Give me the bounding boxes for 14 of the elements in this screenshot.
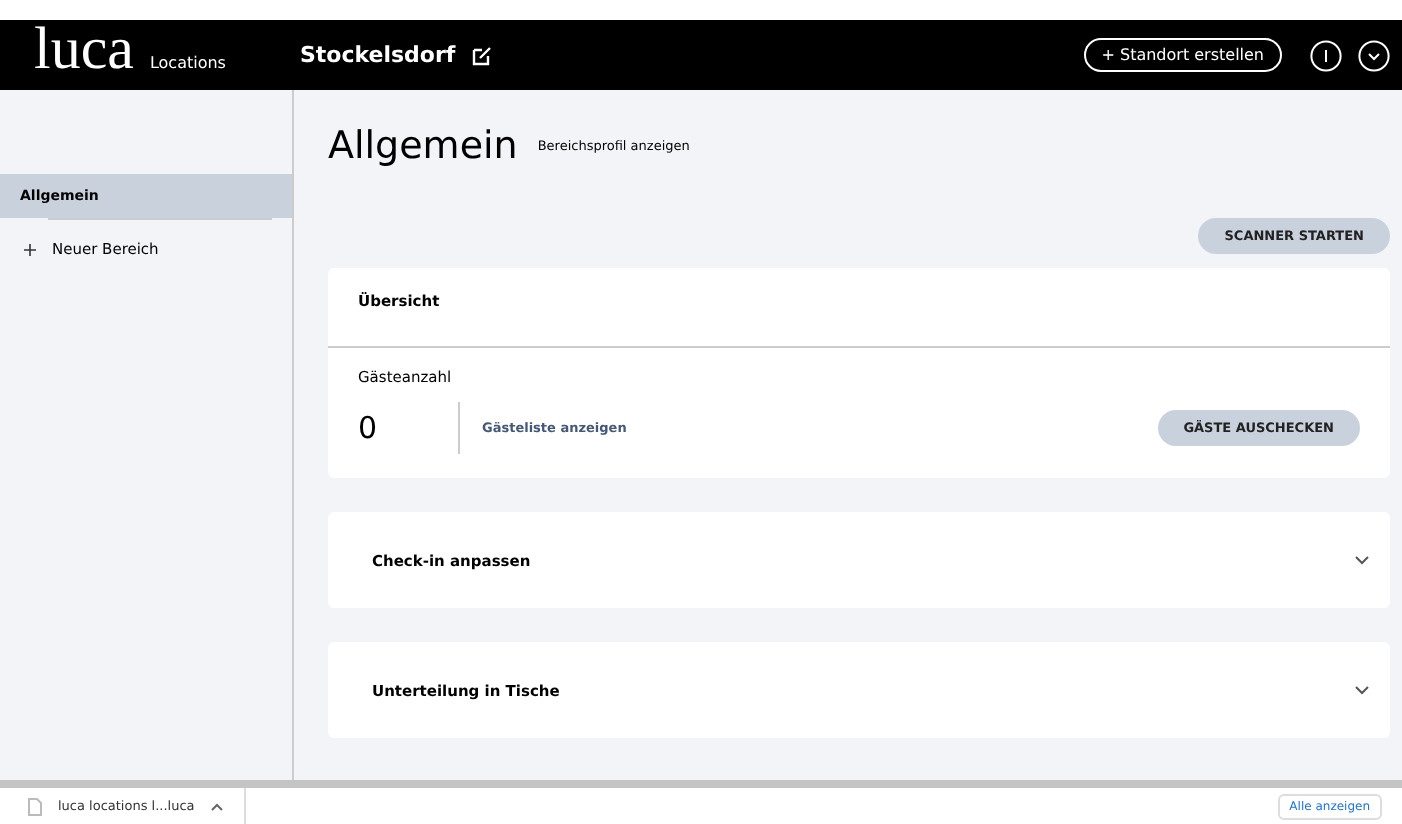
- chevron-down-icon[interactable]: [1358, 39, 1390, 71]
- guest-count: 0: [358, 402, 460, 454]
- chevron-icon: [1354, 554, 1370, 566]
- create-location-button[interactable]: + Standort erstellen: [1083, 38, 1282, 72]
- logo-subtitle: Locations: [149, 53, 226, 71]
- caret-up-icon: [210, 801, 225, 811]
- location-name: Stockelsdorf: [300, 42, 456, 68]
- file-icon: [28, 797, 42, 815]
- chevron-icon: [1354, 684, 1370, 696]
- page-title: Allgemein: [328, 124, 518, 168]
- plus-icon: [24, 243, 36, 255]
- edit-icon[interactable]: [471, 45, 492, 65]
- logo[interactable]: luca: [34, 19, 134, 79]
- info-icon[interactable]: [1310, 39, 1342, 71]
